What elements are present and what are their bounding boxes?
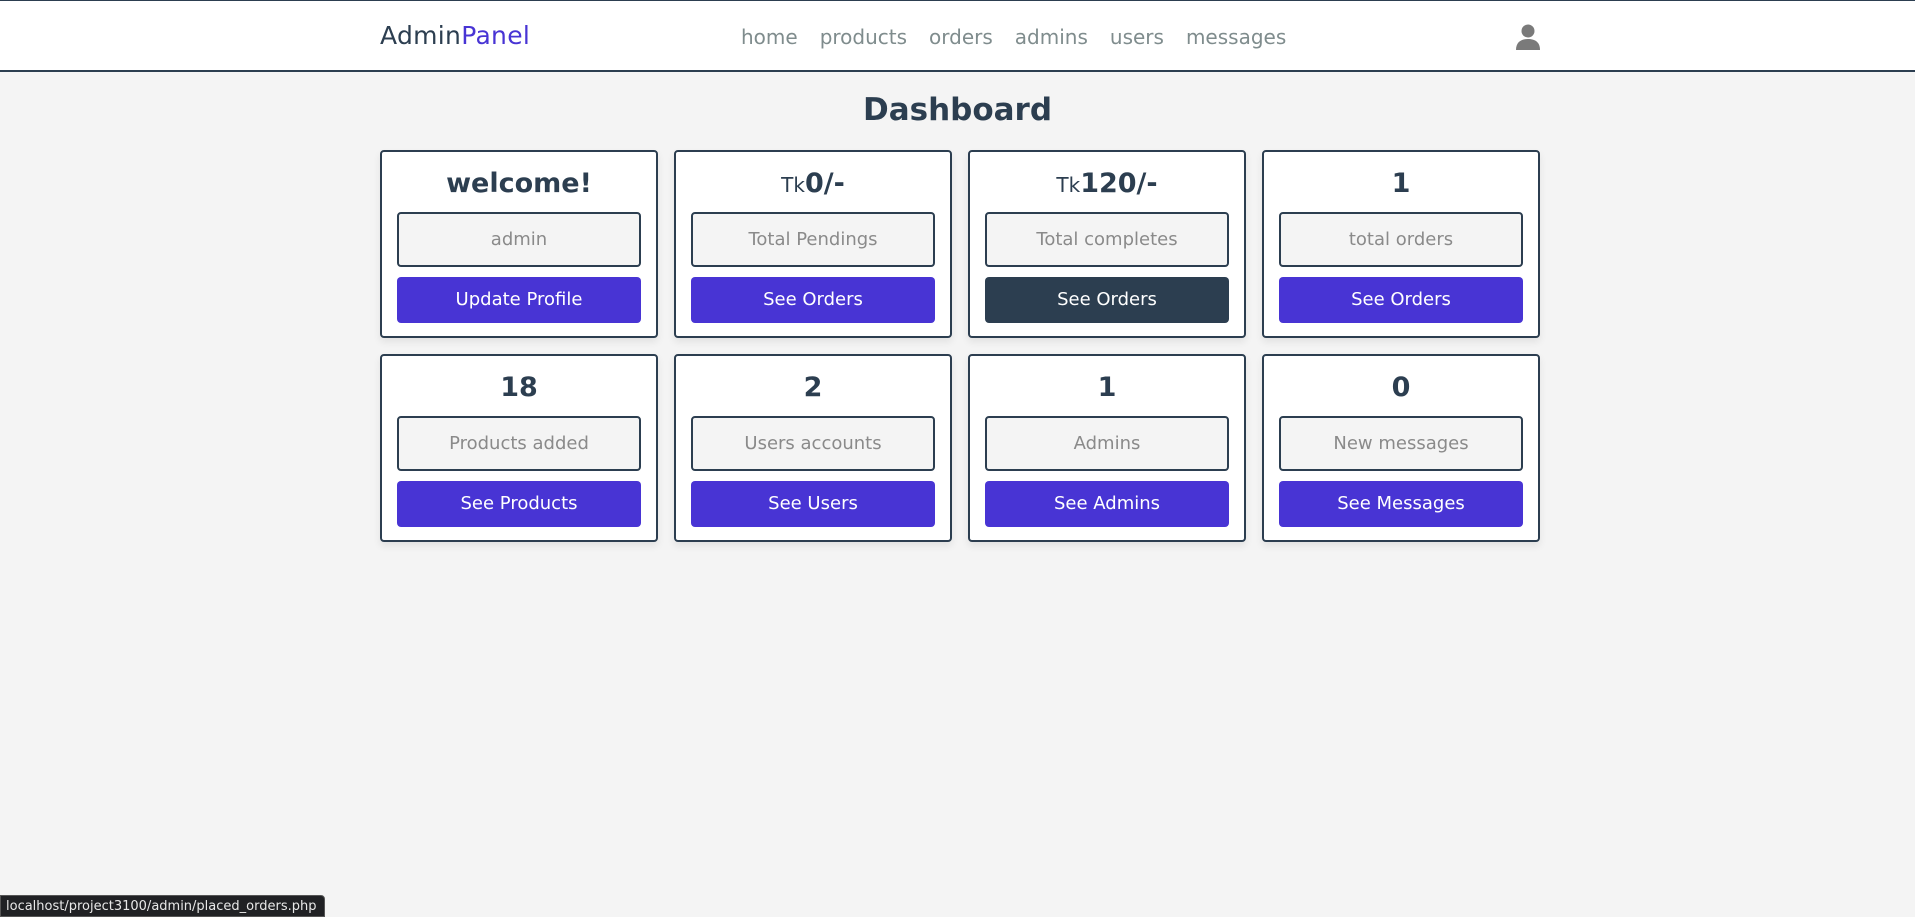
card-amount: 0/- <box>804 168 845 199</box>
see-completed-orders-button[interactable]: See Orders <box>985 277 1229 323</box>
card-value: 0 <box>1391 372 1411 403</box>
card-users: 2 Users accounts See Users <box>674 354 952 542</box>
update-profile-button[interactable]: Update Profile <box>397 277 641 323</box>
card-total-orders: 1 total orders See Orders <box>1262 150 1540 338</box>
card-value: 18 <box>500 372 538 403</box>
card-label: admin <box>397 212 641 267</box>
card-completes: Tk120/- Total completes See Orders <box>968 150 1246 338</box>
card-messages: 0 New messages See Messages <box>1262 354 1540 542</box>
logo-main: Admin <box>380 21 462 50</box>
nav-orders[interactable]: orders <box>929 25 993 49</box>
card-pendings: Tk0/- Total Pendings See Orders <box>674 150 952 338</box>
see-users-button[interactable]: See Users <box>691 481 935 527</box>
card-value: 1 <box>1097 372 1117 403</box>
card-amount: 120/- <box>1080 168 1158 199</box>
page-title: Dashboard <box>862 92 1053 128</box>
card-label: Products added <box>397 416 641 471</box>
card-label: total orders <box>1279 212 1523 267</box>
card-value: 2 <box>803 372 823 403</box>
card-label: Total Pendings <box>691 212 935 267</box>
card-value: 1 <box>1391 168 1411 199</box>
user-icon[interactable] <box>1515 23 1541 51</box>
card-value: Tk120/- <box>985 167 1229 201</box>
card-welcome: welcome! admin Update Profile <box>380 150 658 338</box>
card-value: welcome! <box>446 168 592 199</box>
status-bar-url: localhost/project3100/admin/placed_order… <box>0 895 326 917</box>
card-value: Tk0/- <box>691 167 935 201</box>
see-messages-button[interactable]: See Messages <box>1279 481 1523 527</box>
currency-label: Tk <box>1056 173 1081 197</box>
see-orders-button[interactable]: See Orders <box>1279 277 1523 323</box>
see-admins-button[interactable]: See Admins <box>985 481 1229 527</box>
card-label: Admins <box>985 416 1229 471</box>
card-label: Total completes <box>985 212 1229 267</box>
dashboard-grid: welcome! admin Update Profile Tk0/- Tota… <box>380 150 1540 542</box>
card-label: New messages <box>1279 416 1523 471</box>
logo-accent: Panel <box>461 21 531 50</box>
see-pending-orders-button[interactable]: See Orders <box>691 277 935 323</box>
nav-products[interactable]: products <box>820 25 907 49</box>
nav-users[interactable]: users <box>1110 25 1164 49</box>
card-admins: 1 Admins See Admins <box>968 354 1246 542</box>
nav-messages[interactable]: messages <box>1186 25 1286 49</box>
nav-admins[interactable]: admins <box>1015 25 1088 49</box>
nav-home[interactable]: home <box>741 25 798 49</box>
see-products-button[interactable]: See Products <box>397 481 641 527</box>
card-label: Users accounts <box>691 416 935 471</box>
card-products: 18 Products added See Products <box>380 354 658 542</box>
logo-link[interactable]: AdminPanel <box>380 21 530 50</box>
top-header: AdminPanel home products orders admins u… <box>0 0 1915 72</box>
currency-label: Tk <box>781 173 805 197</box>
main-nav: home products orders admins users messag… <box>741 25 1308 49</box>
